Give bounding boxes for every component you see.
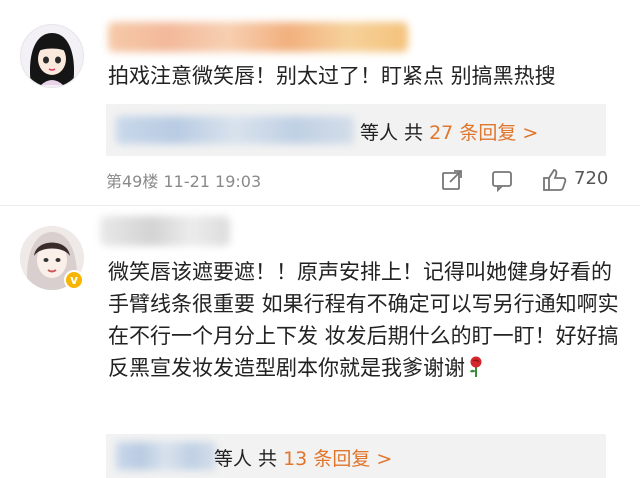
view-replies-link[interactable]: 等人 共 27 条回复 > (360, 118, 538, 145)
reply-suffix: 条回复 > (459, 122, 539, 144)
comment-icon[interactable] (490, 168, 514, 193)
comment-text: 拍戏注意微笑唇！别太过了！盯紧点 别搞黑热搜 (108, 64, 556, 88)
user-avatar[interactable] (20, 24, 84, 88)
reply-suffix: 条回复 > (313, 448, 393, 470)
comment-49: 拍戏注意微笑唇！别太过了！盯紧点 别搞黑热搜 等人 共 27 条回复 > 第49… (0, 0, 640, 206)
reply-preview[interactable]: 等人 共 13 条回复 > (106, 434, 606, 478)
reply-count: 27 (429, 122, 454, 144)
comment-text: 微笑唇该遮要遮！！原声安排上！记得叫她健身好看的手臂线条很重要 如果行程有不确定… (108, 256, 620, 384)
comment-item: v 微笑唇该遮要遮！！原声安排上！记得叫她健身好看的手臂线条很重要 如果行程有不… (0, 206, 640, 478)
reply-prefix: 等人 共 (214, 448, 278, 470)
comment-text-body: 微笑唇该遮要遮！！原声安排上！记得叫她健身好看的手臂线条很重要 如果行程有不确定… (108, 260, 619, 380)
reply-users-blurred (116, 116, 354, 144)
reply-prefix: 等人 共 (360, 122, 424, 144)
reply-users-blurred (116, 442, 216, 470)
reply-preview[interactable]: 等人 共 27 条回复 > (106, 104, 606, 156)
verified-badge-icon: v (64, 270, 84, 290)
view-replies-link[interactable]: 等人 共 13 条回复 > (214, 444, 392, 471)
reply-count: 13 (283, 448, 308, 470)
like-icon[interactable] (542, 168, 567, 192)
share-icon[interactable] (440, 168, 464, 192)
username-blurred[interactable] (108, 22, 408, 52)
username-blurred[interactable] (100, 216, 230, 246)
comment-actions: 720 (0, 164, 640, 196)
like-count: 720 (574, 168, 609, 189)
rose-icon (467, 355, 485, 377)
